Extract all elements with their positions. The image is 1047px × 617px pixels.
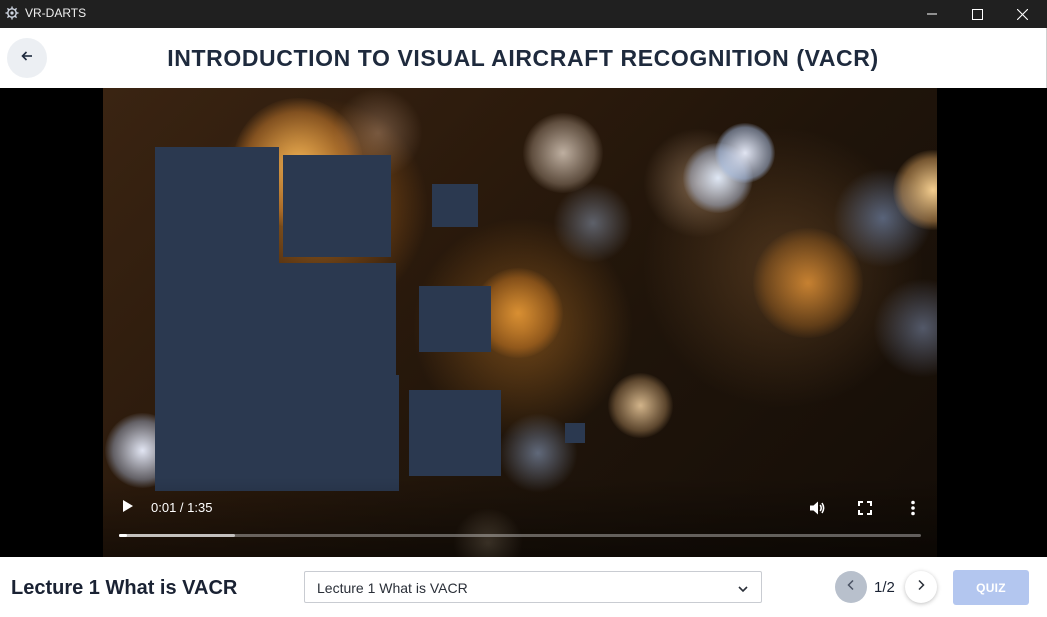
chevron-down-icon bbox=[737, 582, 749, 594]
video-frame-bokeh bbox=[553, 183, 633, 263]
window-titlebar: VR-DARTS bbox=[0, 0, 1047, 28]
minimize-icon bbox=[927, 9, 937, 19]
redaction-block bbox=[279, 263, 396, 491]
redaction-block bbox=[432, 184, 478, 227]
more-vertical-icon[interactable] bbox=[903, 498, 923, 518]
maximize-icon bbox=[971, 8, 983, 20]
volume-icon[interactable] bbox=[807, 498, 827, 518]
video-controls: 0:01 / 1:35 bbox=[103, 477, 937, 557]
window-title: VR-DARTS bbox=[25, 6, 87, 20]
video-progress-bar[interactable] bbox=[119, 534, 921, 537]
minimize-button[interactable] bbox=[909, 0, 955, 28]
lecture-select-value: Lecture 1 What is VACR bbox=[317, 580, 468, 596]
redaction-block bbox=[419, 286, 491, 352]
lecture-title: Lecture 1 What is VACR bbox=[11, 577, 238, 599]
lecture-select[interactable]: Lecture 1 What is VACR bbox=[304, 571, 762, 603]
gear-icon bbox=[5, 6, 19, 20]
page-header: INTRODUCTION TO VISUAL AIRCRAFT RECOGNIT… bbox=[0, 28, 1047, 88]
video-time-display: 0:01 / 1:35 bbox=[151, 500, 213, 515]
redaction-block bbox=[155, 147, 279, 491]
video-frame-bokeh bbox=[608, 373, 673, 438]
redaction-block bbox=[283, 155, 391, 257]
chevron-left-icon bbox=[845, 578, 857, 596]
video-player-area: 0:01 / 1:35 bbox=[0, 88, 1047, 557]
pager-indicator: 1/2 bbox=[874, 579, 895, 596]
close-window-button[interactable] bbox=[999, 0, 1045, 28]
next-lecture-button[interactable] bbox=[905, 571, 937, 603]
video-player[interactable]: 0:01 / 1:35 bbox=[103, 88, 937, 557]
fullscreen-icon[interactable] bbox=[855, 498, 875, 518]
video-frame-bokeh bbox=[523, 113, 603, 193]
quiz-button[interactable]: QUIZ bbox=[953, 570, 1029, 605]
close-icon bbox=[1016, 8, 1028, 20]
video-played-bar bbox=[119, 534, 128, 537]
previous-lecture-button[interactable] bbox=[835, 571, 867, 603]
redaction-block bbox=[409, 390, 501, 476]
redaction-block bbox=[565, 423, 585, 443]
page-title: INTRODUCTION TO VISUAL AIRCRAFT RECOGNIT… bbox=[167, 45, 879, 71]
video-frame-bokeh bbox=[873, 278, 937, 378]
maximize-button[interactable] bbox=[954, 0, 1000, 28]
video-buffered-bar bbox=[119, 534, 236, 537]
redaction-block bbox=[396, 375, 399, 491]
play-icon[interactable] bbox=[119, 498, 135, 514]
lecture-footer: Lecture 1 What is VACR Lecture 1 What is… bbox=[0, 557, 1047, 617]
video-frame-bokeh bbox=[715, 123, 775, 183]
chevron-right-icon bbox=[915, 578, 927, 596]
